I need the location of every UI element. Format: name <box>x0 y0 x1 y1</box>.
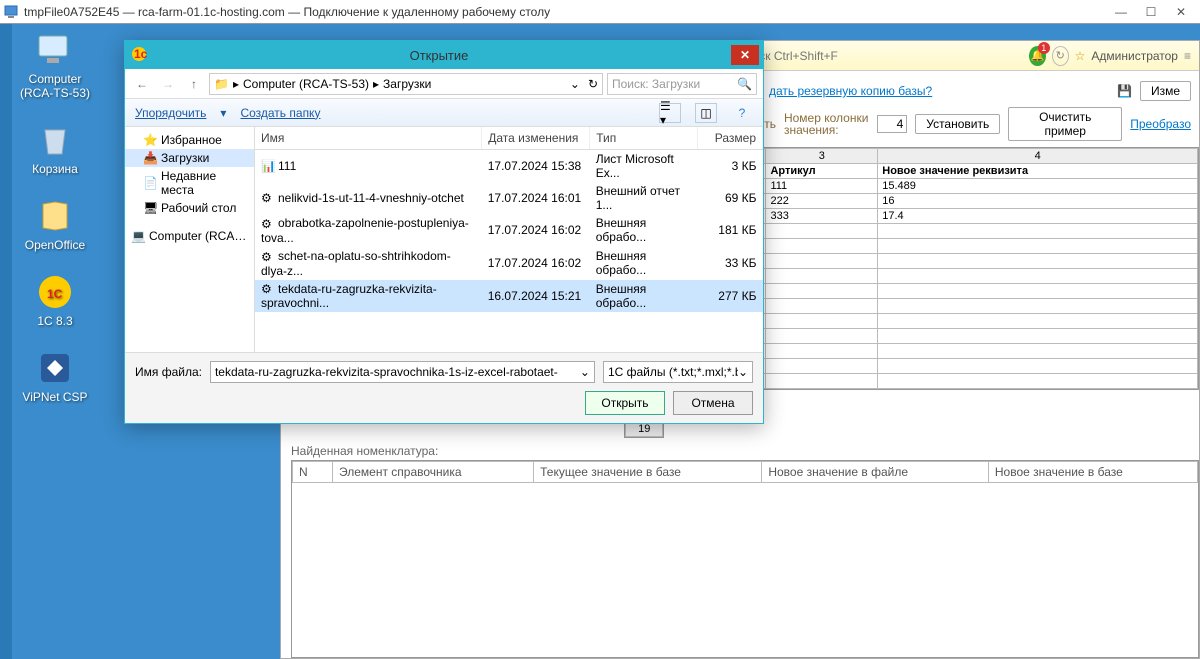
folder-icon: 📁 <box>214 77 229 91</box>
dialog-titlebar: 1c Открытие ✕ <box>125 41 763 69</box>
chevron-down-icon: ⌄ <box>738 365 748 379</box>
taskbar <box>0 24 12 659</box>
dialog-title: Открытие <box>147 48 731 63</box>
chevron-down-icon: ⌄ <box>580 365 590 379</box>
search-input[interactable] <box>737 49 1017 63</box>
back-button[interactable]: ← <box>131 73 153 95</box>
dialog-footer: Имя файла: tekdata-ru-zagruzka-rekvizita… <box>125 352 763 423</box>
dialog-sidebar: ⭐Избранное 📥Загрузки 📄Недавние места 🖥Ра… <box>125 127 255 352</box>
window-controls-icon[interactable]: ≡ <box>1184 49 1191 63</box>
sidebar-desktop[interactable]: 🖥Рабочий стол <box>125 199 254 217</box>
erf-icon: ⚙ <box>261 191 275 205</box>
search-icon: 🔍 <box>737 77 752 91</box>
onec-logo-icon: 1c <box>131 46 147 65</box>
close-button[interactable]: ✕ <box>1166 3 1196 21</box>
epf-icon: ⚙ <box>261 250 275 264</box>
maximize-button[interactable]: ☐ <box>1136 3 1166 21</box>
filter-select[interactable]: 1С файлы (*.txt;*.mxl;*.bmp;*.g⌄ <box>603 361 753 383</box>
desktop-icon-vipnet[interactable]: ViPNet CSP <box>20 348 90 404</box>
found-label: Найденная номенклатура: <box>291 444 1199 458</box>
edit-button[interactable]: Изме <box>1140 81 1191 101</box>
dialog-nav: ← → ↑ 📁 ▸ Computer (RCA-TS-53) ▸ Загрузк… <box>125 69 763 99</box>
chevron-down-icon[interactable]: ⌄ <box>570 77 580 91</box>
organize-menu[interactable]: Упорядочить <box>135 106 206 120</box>
help-button[interactable]: ? <box>731 103 753 123</box>
open-button[interactable]: Открыть <box>585 391 665 415</box>
filename-input[interactable]: tekdata-ru-zagruzka-rekvizita-spravochni… <box>210 361 595 383</box>
svg-text:1c: 1c <box>134 47 147 61</box>
recent-icon: 📄 <box>143 176 157 190</box>
sidebar-favorites[interactable]: ⭐Избранное <box>125 131 254 149</box>
desktop-icon-1c[interactable]: 1C 1C 8.3 <box>20 272 90 328</box>
minimize-button[interactable]: — <box>1106 3 1136 21</box>
open-dialog: 1c Открытие ✕ ← → ↑ 📁 ▸ Computer (RCA-TS… <box>124 40 764 424</box>
col-label: Номер колонки значения: <box>784 112 869 136</box>
filename-label: Имя файла: <box>135 365 202 379</box>
result-table[interactable]: N Элемент справочника Текущее значение в… <box>291 460 1199 658</box>
file-row[interactable]: ⚙tekdata-ru-zagruzka-rekvizita-spravochn… <box>255 280 763 313</box>
desktop-icon: 🖥 <box>143 201 157 215</box>
rdp-titlebar: tmpFile0A752E45 — rca-farm-01.1c-hosting… <box>0 0 1200 24</box>
file-row[interactable]: ⚙obrabotka-zapolnenie-postupleniya-tova.… <box>255 214 763 247</box>
up-button[interactable]: ↑ <box>183 73 205 95</box>
user-label[interactable]: Администратор <box>1091 49 1178 63</box>
forward-button[interactable]: → <box>157 73 179 95</box>
star-icon[interactable]: ☆ <box>1075 49 1086 63</box>
file-row[interactable]: ⚙nelikvid-1s-ut-11-4-vneshniy-otchet17.0… <box>255 182 763 214</box>
new-folder-button[interactable]: Создать папку <box>240 106 320 120</box>
downloads-icon: 📥 <box>143 151 157 165</box>
desktop-icon-openoffice[interactable]: OpenOffice <box>20 196 90 252</box>
col-value-input[interactable] <box>877 115 907 133</box>
epf-icon: ⚙ <box>261 282 275 296</box>
cancel-button[interactable]: Отмена <box>673 391 753 415</box>
desktop-icons: Computer (RCA-TS-53) Корзина OpenOffice … <box>20 30 90 424</box>
sidebar-downloads[interactable]: 📥Загрузки <box>125 149 254 167</box>
dialog-search[interactable]: Поиск: Загрузки🔍 <box>607 73 757 95</box>
desktop-icon-computer[interactable]: Computer (RCA-TS-53) <box>20 30 90 100</box>
backup-link[interactable]: дать резервную копию базы? <box>769 84 932 98</box>
rdp-icon <box>4 4 20 20</box>
dialog-toolbar: Упорядочить▾ Создать папку ☰ ▾ ◫ ? <box>125 99 763 127</box>
rdp-title: tmpFile0A752E45 — rca-farm-01.1c-hosting… <box>24 5 1106 19</box>
desktop-icon-recycle[interactable]: Корзина <box>20 120 90 176</box>
computer-icon: 💻 <box>131 229 145 243</box>
epf-icon: ⚙ <box>261 217 275 231</box>
file-row[interactable]: 📊11117.07.2024 15:38Лист Microsoft Ex...… <box>255 150 763 183</box>
file-list[interactable]: Имя Дата изменения Тип Размер 📊11117.07.… <box>255 127 763 352</box>
preview-button[interactable]: ◫ <box>695 103 717 123</box>
view-mode-button[interactable]: ☰ ▾ <box>659 103 681 123</box>
convert-link[interactable]: Преобразо <box>1130 117 1191 131</box>
bell-icon[interactable]: 🔔1 <box>1029 46 1046 66</box>
set-button[interactable]: Установить <box>915 114 1000 134</box>
file-row[interactable]: ⚙schet-na-oplatu-so-shtrihkodom-dlya-z..… <box>255 247 763 280</box>
sidebar-computer[interactable]: 💻Computer (RCA-TS-53) <box>125 227 254 245</box>
save-icon[interactable]: 💾 <box>1117 84 1132 98</box>
svg-text:1C: 1C <box>47 287 63 301</box>
sidebar-recent[interactable]: 📄Недавние места <box>125 167 254 199</box>
refresh-icon[interactable]: ↻ <box>588 77 598 91</box>
dialog-close-button[interactable]: ✕ <box>731 45 759 65</box>
breadcrumb[interactable]: 📁 ▸ Computer (RCA-TS-53) ▸ Загрузки ⌄ ↻ <box>209 73 603 95</box>
clear-button[interactable]: Очистить пример <box>1008 107 1122 141</box>
xlsx-icon: 📊 <box>261 159 275 173</box>
star-icon: ⭐ <box>143 133 157 147</box>
history-icon[interactable]: ↻ <box>1052 46 1069 66</box>
